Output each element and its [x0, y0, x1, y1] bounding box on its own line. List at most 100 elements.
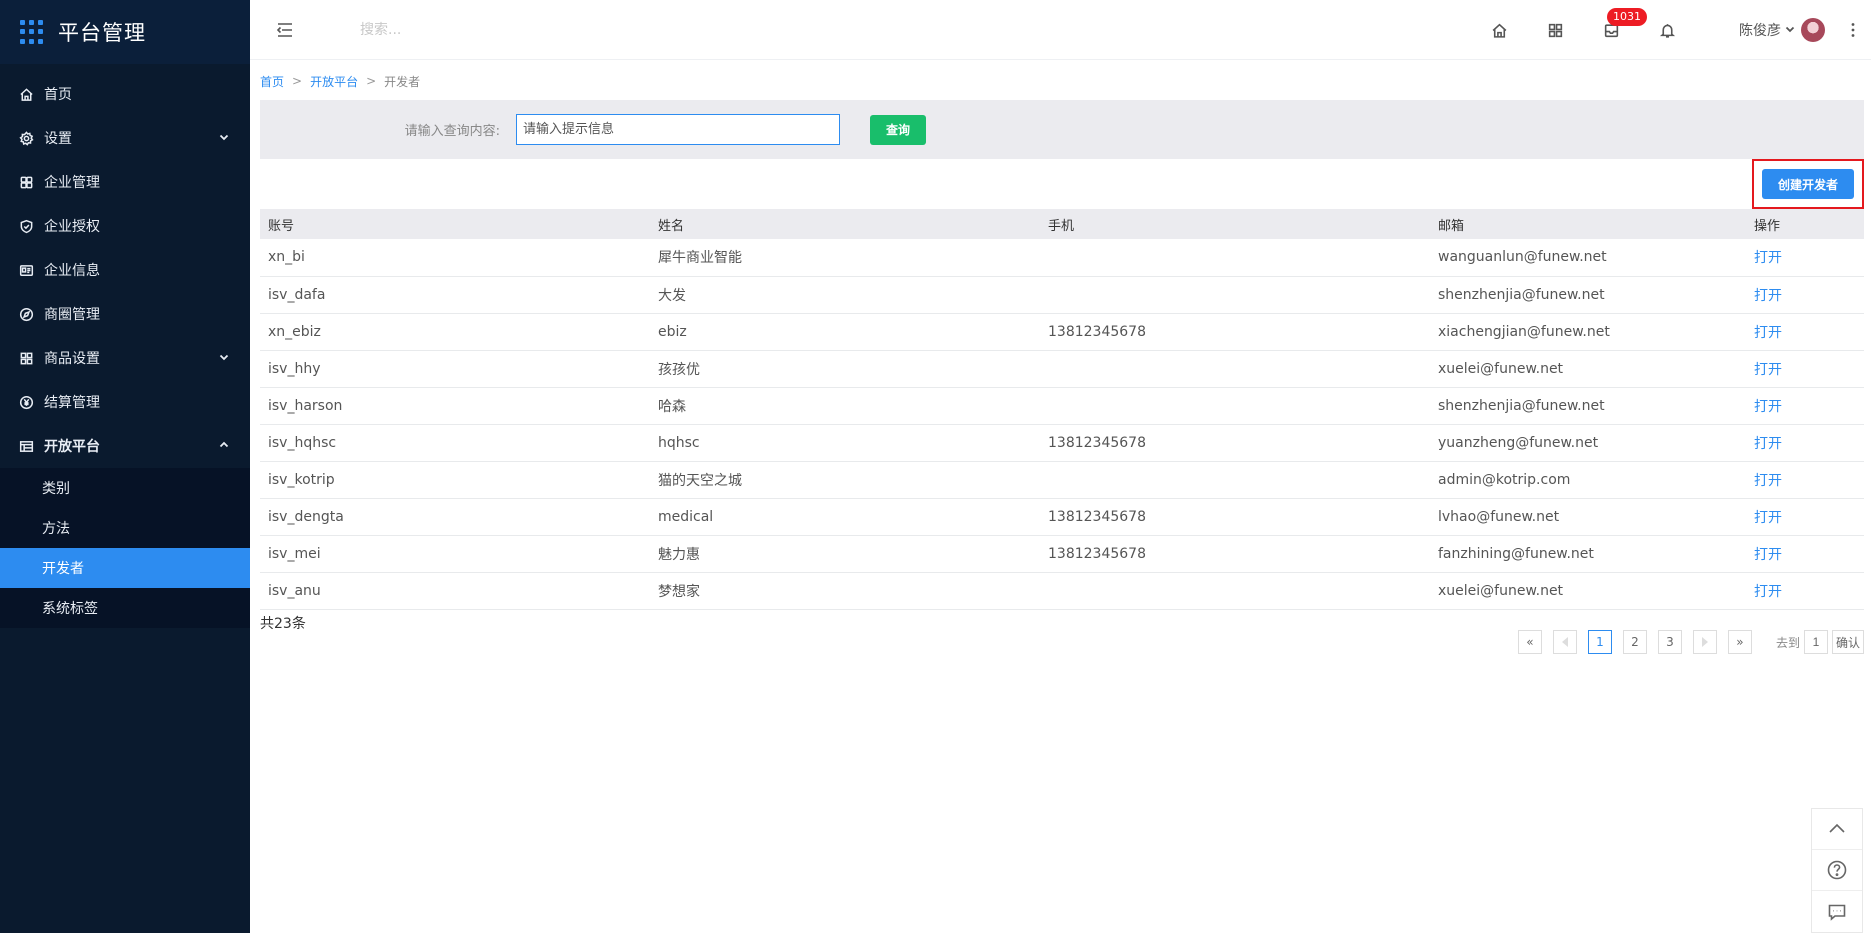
cell-phone: 13812345678 [1048, 545, 1146, 562]
sidebar-item-label: 商圈管理 [44, 307, 100, 323]
prev-page-button[interactable] [1552, 630, 1577, 654]
chat-icon [1828, 904, 1846, 921]
user-menu[interactable]: 陈俊彦 [1739, 18, 1825, 42]
cell-phone [1040, 387, 1430, 424]
topbar-icons: 1031 陈俊彦 [1471, 0, 1871, 60]
sidebar-item-open-platform[interactable]: 开放平台 [0, 424, 250, 468]
help-button[interactable] [1812, 850, 1862, 891]
main-content: 首页 > 开放平台 > 开发者 请输入查询内容: 查询 创建开发者 账号 姓名 … [260, 62, 1864, 654]
open-link[interactable]: 打开 [1746, 498, 1864, 535]
page-button-3[interactable]: 3 [1657, 630, 1682, 654]
menu-toggle-button[interactable] [270, 15, 300, 45]
chevron-down-icon [218, 351, 230, 363]
apps-button[interactable] [1527, 0, 1583, 60]
last-page-button[interactable]: » [1727, 630, 1752, 654]
sidebar-item-enterprise[interactable]: 企业管理 [0, 160, 250, 204]
cell-account: isv_harson [268, 397, 343, 414]
sidebar-subitem-method[interactable]: 方法 [0, 508, 250, 548]
open-link[interactable]: 打开 [1746, 535, 1864, 572]
home-button[interactable] [1471, 0, 1527, 60]
open-platform-submenu: 类别 方法 开发者 系统标签 [0, 468, 250, 628]
sidebar-item-home[interactable]: 首页 [0, 72, 250, 116]
sidebar-item-info[interactable]: 企业信息 [0, 248, 250, 292]
open-link[interactable]: 打开 [1746, 461, 1864, 498]
grid-dots-icon [20, 20, 44, 44]
messages-button[interactable]: 1031 [1583, 0, 1647, 60]
cell-email: shenzhenjia@funew.net [1438, 286, 1605, 303]
building-icon [18, 174, 34, 190]
cell-name: 犀牛商业智能 [658, 250, 742, 267]
query-bar: 请输入查询内容: 查询 [260, 100, 1864, 159]
open-link[interactable]: 打开 [1746, 350, 1864, 387]
breadcrumb: 首页 > 开放平台 > 开发者 [260, 62, 1864, 100]
avatar [1801, 18, 1825, 42]
more-options-button[interactable] [1835, 0, 1871, 60]
sidebar-item-authorization[interactable]: 企业授权 [0, 204, 250, 248]
query-button[interactable]: 查询 [870, 114, 926, 145]
shield-icon [18, 218, 34, 234]
table-row: isv_kotrip 猫的天空之城 admin@kotrip.com 打开 [260, 461, 1864, 498]
apps-grid-icon [1548, 23, 1562, 37]
cell-name: 哈森 [658, 398, 686, 415]
open-link[interactable]: 打开 [1746, 572, 1864, 609]
app-logo[interactable]: 平台管理 [0, 0, 250, 64]
cell-account: isv_anu [268, 582, 321, 599]
query-input[interactable] [516, 114, 840, 145]
cell-phone: 13812345678 [1048, 434, 1146, 451]
column-header-account: 账号 [268, 218, 295, 234]
next-page-button[interactable] [1692, 630, 1717, 654]
create-developer-button[interactable]: 创建开发者 [1762, 169, 1854, 199]
page-button-1[interactable]: 1 [1587, 630, 1612, 654]
open-link[interactable]: 打开 [1746, 424, 1864, 461]
table-row: isv_mei 魅力惠 13812345678 fanzhining@funew.ne… [260, 535, 1864, 572]
gear-icon [18, 130, 34, 146]
open-link[interactable]: 打开 [1746, 239, 1864, 276]
home-icon [1492, 23, 1506, 38]
cell-email: wanguanlun@funew.net [1438, 249, 1607, 266]
column-header-email: 邮箱 [1438, 218, 1465, 234]
open-link[interactable]: 打开 [1746, 387, 1864, 424]
goto-confirm-button[interactable]: 确认 [1831, 630, 1864, 654]
more-vertical-icon [1851, 23, 1855, 37]
cell-phone: 13812345678 [1048, 323, 1146, 340]
breadcrumb-current: 开发者 [384, 74, 421, 89]
cell-phone: 13812345678 [1048, 508, 1146, 525]
table-row: isv_harson 哈森 shenzhenjia@funew.net 打开 [260, 387, 1864, 424]
table-icon [18, 438, 34, 454]
breadcrumb-home[interactable]: 首页 [260, 73, 284, 90]
topbar: 1031 陈俊彦 [250, 0, 1871, 60]
sidebar-subitem-developer[interactable]: 开发者 [0, 548, 250, 588]
sidebar-item-label: 企业信息 [44, 263, 100, 279]
notifications-button[interactable] [1639, 0, 1695, 60]
search-input[interactable] [360, 14, 660, 45]
cell-email: lvhao@funew.net [1438, 508, 1560, 525]
create-button-highlight: 创建开发者 [1752, 159, 1864, 209]
sidebar-item-label: 企业管理 [44, 175, 100, 191]
open-link[interactable]: 打开 [1746, 276, 1864, 313]
cell-name: medical [658, 508, 714, 525]
cell-phone [1040, 350, 1430, 387]
feedback-button[interactable] [1812, 891, 1862, 932]
breadcrumb-open-platform[interactable]: 开放平台 [310, 73, 358, 90]
table-row: isv_dengta medical 13812345678 lvhao@funew.… [260, 498, 1864, 535]
goto-page-input[interactable] [1803, 630, 1828, 654]
sidebar-item-label: 企业授权 [44, 219, 100, 235]
sidebar-subitem-category[interactable]: 类别 [0, 468, 250, 508]
first-page-button[interactable]: « [1517, 630, 1542, 654]
page-button-2[interactable]: 2 [1622, 630, 1647, 654]
sidebar-item-label: 首页 [44, 87, 72, 103]
sidebar-item-product-settings[interactable]: 商品设置 [0, 336, 250, 380]
cell-account: isv_mei [268, 545, 321, 562]
sidebar-item-settlement[interactable]: 结算管理 [0, 380, 250, 424]
cell-email: xuelei@funew.net [1438, 360, 1564, 377]
back-to-top-button[interactable] [1812, 809, 1862, 850]
yen-icon [18, 394, 34, 410]
triangle-right-icon [1701, 637, 1708, 647]
sidebar-item-settings[interactable]: 设置 [0, 116, 250, 160]
open-link[interactable]: 打开 [1746, 313, 1864, 350]
sidebar-item-business-district[interactable]: 商圈管理 [0, 292, 250, 336]
cell-email: shenzhenjia@funew.net [1438, 397, 1605, 414]
table-body: xn_bi 犀牛商业智能 wanguanlun@funew.net 打开 isv_daf… [260, 239, 1864, 609]
sidebar-subitem-system-tags[interactable]: 系统标签 [0, 588, 250, 628]
table-row: isv_anu 梦想家 xuelei@funew.net 打开 [260, 572, 1864, 609]
